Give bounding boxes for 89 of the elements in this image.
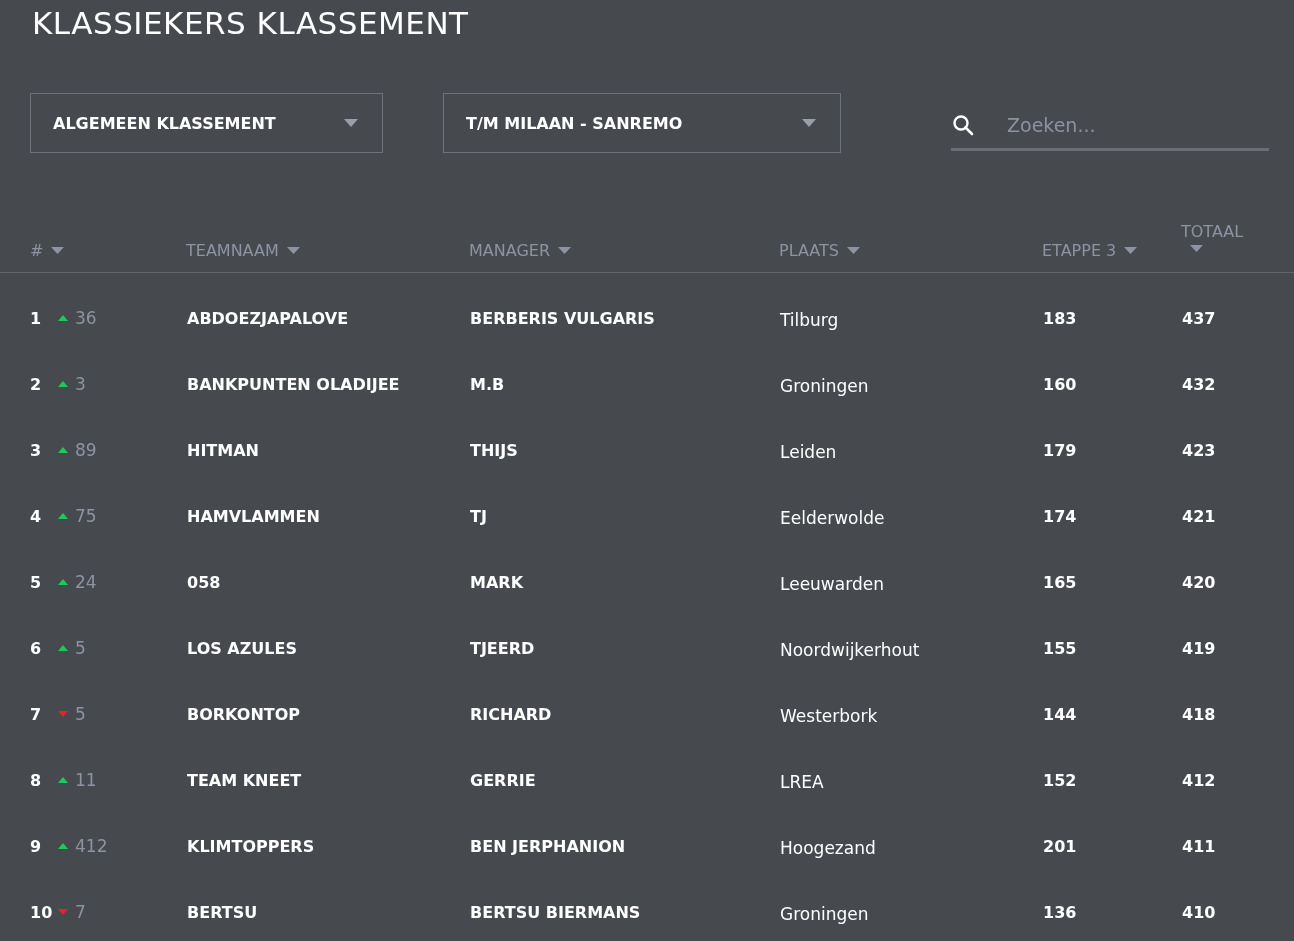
stage-points: 155 xyxy=(1043,638,1077,658)
manager-name: M.B xyxy=(470,374,505,394)
team-name: BORKONTOP xyxy=(187,704,301,724)
manager-name: GERRIE xyxy=(470,770,536,790)
rank-number: 2 xyxy=(30,374,43,394)
total-points: 432 xyxy=(1182,374,1216,394)
place-name: Leiden xyxy=(780,441,837,462)
sort-caret-icon[interactable] xyxy=(1124,246,1138,254)
rank-change: 412 xyxy=(75,836,108,856)
search-icon xyxy=(952,113,974,136)
rank-change: 7 xyxy=(75,902,86,922)
rank-number: 4 xyxy=(30,506,43,526)
team-name: LOS AZULES xyxy=(187,638,297,658)
place-name: Eelderwolde xyxy=(780,507,885,528)
rank-number: 1 xyxy=(30,308,43,328)
caret-icon xyxy=(802,119,816,127)
column-header[interactable]: ETAPPE 3 xyxy=(1042,240,1117,260)
stage-points: 174 xyxy=(1043,506,1077,526)
stage-points: 183 xyxy=(1043,308,1077,328)
team-name: KLIMTOPPERS xyxy=(187,836,315,856)
stage-points: 144 xyxy=(1043,704,1077,724)
stage-points: 152 xyxy=(1043,770,1077,790)
place-name: Noordwijkerhout xyxy=(780,639,920,660)
total-points: 421 xyxy=(1182,506,1216,526)
manager-name: BERTSU BIERMANS xyxy=(470,902,641,922)
stage-points: 136 xyxy=(1043,902,1077,922)
team-name: HAMVLAMMEN xyxy=(187,506,320,526)
manager-name: MARK xyxy=(470,572,524,592)
stage-points: 179 xyxy=(1043,440,1077,460)
team-name: ABDOEZJAPALOVE xyxy=(187,308,349,328)
rank-number: 10 xyxy=(30,902,54,922)
sort-caret-icon[interactable] xyxy=(51,246,65,254)
stage-points: 201 xyxy=(1043,836,1077,856)
total-points: 419 xyxy=(1182,638,1216,658)
column-header[interactable]: MANAGER xyxy=(469,240,550,260)
total-points: 412 xyxy=(1182,770,1216,790)
total-points: 411 xyxy=(1182,836,1216,856)
place-name: LREA xyxy=(780,771,824,792)
rank-change: 89 xyxy=(75,440,97,460)
rank-number: 3 xyxy=(30,440,43,460)
team-name: BERTSU xyxy=(187,902,258,922)
manager-name: THIJS xyxy=(470,440,518,460)
place-name: Groningen xyxy=(780,375,869,396)
sort-caret-icon[interactable] xyxy=(286,246,300,254)
total-points: 437 xyxy=(1182,308,1216,328)
rank-change: 75 xyxy=(75,506,97,526)
rank-number: 7 xyxy=(30,704,43,724)
team-name: TEAM KNEET xyxy=(187,770,302,790)
manager-name: RICHARD xyxy=(470,704,552,724)
sort-caret-icon[interactable] xyxy=(1190,245,1203,252)
page-title: KLASSIEKERS KLASSEMENT xyxy=(31,4,470,42)
rank-number: 5 xyxy=(30,572,43,592)
total-points: 420 xyxy=(1182,572,1216,592)
filter-dropdown[interactable]: T/M MILAAN - SANREMO xyxy=(443,93,841,153)
rank-number: 9 xyxy=(30,836,43,856)
place-name: Hoogezand xyxy=(780,837,876,858)
manager-name: BERBERIS VULGARIS xyxy=(470,308,655,328)
column-header[interactable]: # xyxy=(30,240,44,260)
manager-name: TJEERD xyxy=(470,638,535,658)
place-name: Westerbork xyxy=(780,705,878,726)
total-points: 423 xyxy=(1182,440,1216,460)
filter-dropdown[interactable]: ALGEMEEN KLASSEMENT xyxy=(30,93,383,153)
sort-caret-icon[interactable] xyxy=(558,246,571,254)
rank-change: 24 xyxy=(75,572,97,592)
column-header[interactable]: TOTAAL xyxy=(1181,222,1244,241)
rank-change: 36 xyxy=(75,308,97,328)
team-name: HITMAN xyxy=(187,440,259,460)
column-header[interactable]: TEAMNAAM xyxy=(186,240,279,260)
rank-change: 11 xyxy=(75,770,97,790)
sort-caret-icon[interactable] xyxy=(846,246,860,254)
place-name: Tilburg xyxy=(780,309,839,330)
total-points: 410 xyxy=(1182,902,1216,922)
total-points: 418 xyxy=(1182,704,1216,724)
team-name: BANKPUNTEN OLADIJEE xyxy=(187,374,400,394)
rank-change: 3 xyxy=(75,374,86,394)
search-field[interactable]: Zoeken... xyxy=(1005,112,1259,137)
rank-change: 5 xyxy=(75,638,86,658)
team-name: 058 xyxy=(187,572,221,592)
rank-number: 6 xyxy=(30,638,43,658)
manager-name: BEN JERPHANION xyxy=(470,836,626,856)
stage-points: 160 xyxy=(1043,374,1077,394)
stage-points: 165 xyxy=(1043,572,1077,592)
place-name: Groningen xyxy=(780,903,869,924)
place-name: Leeuwarden xyxy=(780,573,884,594)
column-header[interactable]: PLAATS xyxy=(779,240,839,260)
rank-number: 8 xyxy=(30,770,43,790)
rank-change: 5 xyxy=(75,704,86,724)
caret-icon xyxy=(344,119,358,127)
manager-name: TJ xyxy=(470,506,487,526)
